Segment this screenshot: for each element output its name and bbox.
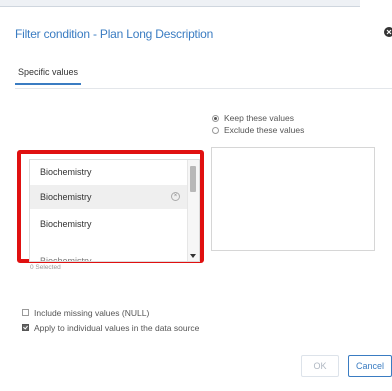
selected-values-box[interactable]: [211, 147, 375, 251]
remove-icon[interactable]: ×: [171, 192, 180, 201]
list-item-label: Biochemistry: [40, 192, 92, 202]
include-missing-checkbox[interactable]: Include missing values (NULL): [22, 305, 199, 320]
dialog-title: Filter condition - Plan Long Description: [15, 27, 214, 41]
options-group: Include missing values (NULL) Apply to i…: [22, 305, 199, 335]
radio-checked-icon: [212, 114, 219, 122]
background-strip: [0, 0, 360, 7]
include-missing-label: Include missing values (NULL): [34, 307, 150, 318]
checkbox-unchecked-icon: [22, 309, 29, 316]
close-icon[interactable]: [380, 24, 392, 40]
cancel-button[interactable]: Cancel: [348, 355, 392, 377]
apply-individual-label: Apply to individual values in the data s…: [34, 322, 200, 333]
checkbox-checked-icon: [22, 324, 29, 331]
list-item[interactable]: Biochemistry: [30, 212, 188, 236]
tab-divider: [15, 88, 392, 89]
exclude-values-radio[interactable]: Exclude these values: [212, 124, 304, 136]
radio-unchecked-icon: [212, 126, 219, 134]
list-item[interactable]: Biochemistry: [30, 160, 188, 184]
ok-button[interactable]: OK: [301, 355, 339, 377]
list-item[interactable]: Biochemistry ×: [30, 185, 188, 209]
mode-radio-group: Keep these values Exclude these values: [212, 112, 304, 136]
apply-individual-checkbox[interactable]: Apply to individual values in the data s…: [22, 320, 199, 335]
tab-specific-values[interactable]: Specific values: [15, 63, 82, 85]
keep-values-label: Keep these values: [224, 113, 294, 123]
chevron-down-icon[interactable]: [190, 254, 196, 258]
selected-count: 0 Selected: [30, 264, 61, 271]
tab-bar: Specific values: [15, 62, 392, 85]
list-scrollbar[interactable]: [187, 160, 199, 261]
keep-values-radio[interactable]: Keep these values: [212, 112, 304, 124]
list-item[interactable]: Biochemistry: [30, 253, 188, 261]
exclude-values-label: Exclude these values: [224, 125, 305, 135]
values-listbox[interactable]: Biochemistry Biochemistry × Biochemistry…: [29, 159, 200, 262]
filter-dialog: Filter condition - Plan Long Description…: [0, 0, 392, 391]
scrollbar-thumb[interactable]: [190, 166, 196, 192]
highlight-box: Biochemistry Biochemistry × Biochemistry…: [17, 150, 204, 263]
